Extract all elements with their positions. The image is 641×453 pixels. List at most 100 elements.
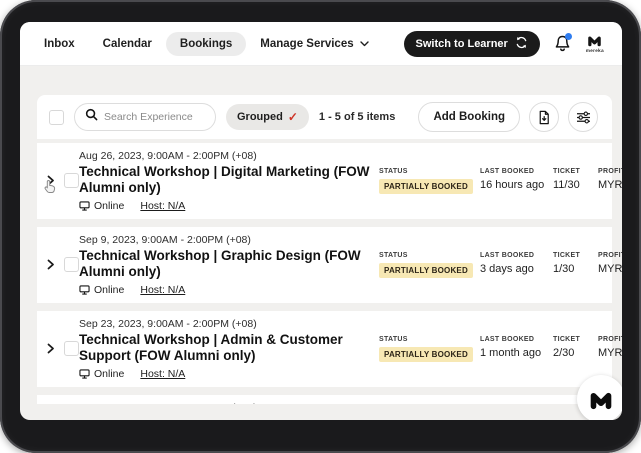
- export-report-button[interactable]: [529, 102, 559, 132]
- bookings-list: Aug 26, 2023, 9:00AM - 2:00PM (+08) Tech…: [37, 143, 612, 404]
- booking-meta: Online Host: N/A: [79, 368, 379, 380]
- bookings-content: Grouped ✓ 1 - 5 of 5 items Add Booking: [20, 66, 622, 404]
- switch-to-learner-label: Switch to Learner: [416, 38, 508, 50]
- status-badge: PARTIALLY BOOKED: [379, 179, 473, 194]
- nav-item-bookings[interactable]: Bookings: [166, 32, 246, 56]
- booking-columns: STATUS PARTIALLY BOOKED LAST BOOKED 3 days…: [379, 252, 622, 278]
- booking-title[interactable]: Technical Workshop | Digital Marketing (…: [79, 164, 379, 197]
- booking-row: Sep 30, 2023, 9:00AM - 2:00PM (+08) Tech…: [37, 395, 612, 404]
- search-input[interactable]: [104, 111, 204, 123]
- items-count-text: 1 - 5 of 5 items: [319, 111, 395, 123]
- ticket-header: TICKET: [553, 336, 585, 343]
- top-navigation: Inbox Calendar Bookings Manage Services …: [20, 22, 622, 66]
- mereka-floating-widget-button[interactable]: [577, 375, 622, 420]
- row-checkbox[interactable]: [64, 173, 79, 188]
- ticket-header: TICKET: [553, 168, 585, 175]
- nav-item-label: Manage Services: [260, 38, 353, 50]
- switch-to-learner-button[interactable]: Switch to Learner: [404, 31, 540, 57]
- chevron-down-icon: [360, 38, 369, 50]
- expand-row-button[interactable]: [45, 257, 57, 272]
- notification-bell-button[interactable]: [554, 34, 572, 54]
- toolbar-right-group: Add Booking: [418, 102, 598, 132]
- mode-label: Online: [94, 284, 124, 296]
- booking-date: Aug 26, 2023, 9:00AM - 2:00PM (+08): [79, 150, 379, 162]
- search-experience-field[interactable]: [74, 103, 216, 131]
- nav-right-group: Switch to Learner: [404, 31, 604, 57]
- booking-date: Sep 30, 2023, 9:00AM - 2:00PM (+08): [79, 402, 379, 404]
- booking-info: Aug 26, 2023, 9:00AM - 2:00PM (+08) Tech…: [79, 150, 379, 212]
- booking-info: Sep 9, 2023, 9:00AM - 2:00PM (+08) Techn…: [79, 234, 379, 296]
- host-link[interactable]: Host: N/A: [140, 200, 185, 212]
- ticket-header: TICKET: [553, 252, 585, 259]
- last-booked-value: 1 month ago: [480, 347, 540, 359]
- booking-columns: STATUSPARTIALLY BOOKED LAST BOOKED16 hou…: [379, 168, 622, 194]
- booking-info: Sep 23, 2023, 9:00AM - 2:00PM (+08) Tech…: [79, 318, 379, 380]
- mereka-m-icon: [587, 34, 602, 47]
- search-icon: [85, 108, 98, 126]
- booking-title[interactable]: Technical Workshop | Graphic Design (FOW…: [79, 248, 379, 281]
- filter-sliders-icon: [576, 111, 591, 124]
- status-header: STATUS: [379, 168, 467, 175]
- monitor-icon: [79, 285, 90, 295]
- row-controls: [45, 341, 79, 356]
- status-header: STATUS: [379, 336, 467, 343]
- document-export-icon: [537, 110, 551, 125]
- mode-online: Online: [79, 284, 124, 296]
- row-controls: [45, 173, 79, 188]
- notification-dot: [565, 33, 572, 40]
- app-screen: Inbox Calendar Bookings Manage Services …: [20, 22, 622, 420]
- host-link[interactable]: Host: N/A: [140, 368, 185, 380]
- last-booked-value: 16 hours ago: [480, 179, 540, 191]
- status-header: STATUS: [379, 252, 467, 259]
- booking-info: Sep 30, 2023, 9:00AM - 2:00PM (+08) Tech…: [79, 402, 379, 404]
- red-check-icon: ✓: [288, 110, 298, 124]
- booking-row: Aug 26, 2023, 9:00AM - 2:00PM (+08) Tech…: [37, 143, 612, 219]
- ticket-value: 1/30: [553, 263, 585, 275]
- mode-label: Online: [94, 200, 124, 212]
- last-booked-header: LAST BOOKED: [480, 336, 540, 343]
- profit-value: MYR 0.00: [598, 263, 622, 275]
- booking-columns: STATUSPARTIALLY BOOKED LAST BOOKED1 mont…: [379, 336, 622, 362]
- status-badge: PARTIALLY BOOKED: [379, 263, 473, 278]
- profit-value: MYR 0.00: [598, 347, 622, 359]
- booking-meta: Online Host: N/A: [79, 200, 379, 212]
- screenshot-stage: Inbox Calendar Bookings Manage Services …: [0, 0, 641, 453]
- profit-header: PROFIT: [598, 252, 622, 259]
- select-all-checkbox[interactable]: [49, 110, 64, 125]
- profit-header: PROFIT: [598, 168, 622, 175]
- booking-date: Sep 9, 2023, 9:00AM - 2:00PM (+08): [79, 234, 379, 246]
- grouped-chip-label: Grouped: [237, 111, 283, 123]
- booking-date: Sep 23, 2023, 9:00AM - 2:00PM (+08): [79, 318, 379, 330]
- monitor-icon: [79, 369, 90, 379]
- expand-row-button[interactable]: [45, 341, 57, 356]
- bookings-toolbar: Grouped ✓ 1 - 5 of 5 items Add Booking: [37, 95, 612, 139]
- booking-title[interactable]: Technical Workshop | Admin & Customer Su…: [79, 332, 379, 365]
- add-booking-button[interactable]: Add Booking: [418, 102, 520, 132]
- nav-item-manage-services[interactable]: Manage Services: [246, 32, 382, 56]
- nav-item-inbox[interactable]: Inbox: [30, 32, 89, 56]
- nav-item-calendar[interactable]: Calendar: [89, 32, 166, 56]
- last-booked-header: LAST BOOKED: [480, 252, 540, 259]
- host-link[interactable]: Host: N/A: [140, 284, 185, 296]
- booking-row: Sep 9, 2023, 9:00AM - 2:00PM (+08) Techn…: [37, 227, 612, 303]
- row-checkbox[interactable]: [64, 257, 79, 272]
- swap-refresh-icon: [515, 36, 528, 52]
- mode-online: Online: [79, 368, 124, 380]
- booking-meta: Online Host: N/A: [79, 284, 379, 296]
- profit-value: MYR 0.00: [598, 179, 622, 191]
- mereka-m-icon: [589, 389, 613, 410]
- mereka-logo-text: mereka: [586, 48, 604, 53]
- last-booked-value: 3 days ago: [480, 263, 540, 275]
- ticket-value: 11/30: [553, 179, 585, 191]
- expand-row-button[interactable]: [45, 173, 57, 188]
- mode-online: Online: [79, 200, 124, 212]
- filter-settings-button[interactable]: [568, 102, 598, 132]
- row-checkbox[interactable]: [64, 341, 79, 356]
- mereka-logo[interactable]: mereka: [586, 34, 604, 53]
- booking-row: Sep 23, 2023, 9:00AM - 2:00PM (+08) Tech…: [37, 311, 612, 387]
- grouped-filter-chip[interactable]: Grouped ✓: [226, 104, 309, 130]
- mode-label: Online: [94, 368, 124, 380]
- profit-header: PROFIT: [598, 336, 622, 343]
- monitor-icon: [79, 201, 90, 211]
- row-controls: [45, 257, 79, 272]
